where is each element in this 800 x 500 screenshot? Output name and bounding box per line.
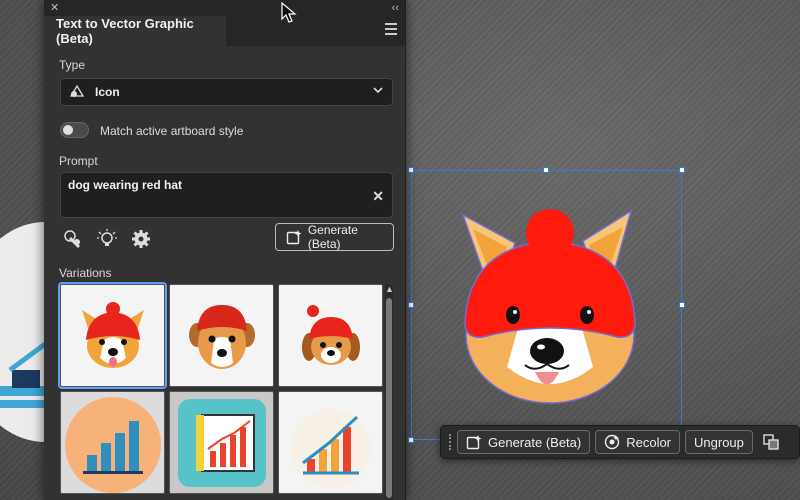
dog-thumbnail-icon [188,304,255,369]
prompt-input[interactable]: dog wearing red hat ✕ [60,172,393,218]
prompt-label: Prompt [59,154,98,168]
variations-grid [58,282,383,500]
ungroup-button[interactable]: Ungroup [685,430,753,454]
variations-label: Variations [59,266,112,280]
mouse-pointer-icon [281,2,297,23]
taskbar-generate-label: Generate (Beta) [488,434,582,450]
variation-item[interactable] [169,391,274,494]
generate-button-label: Generate (Beta) [307,223,358,251]
taskbar-generate-button[interactable]: Generate (Beta) [457,430,591,454]
more-options-icon[interactable] [762,433,780,451]
chart-thumbnail-icon [290,408,371,489]
prompt-value: dog wearing red hat [68,178,183,192]
variation-item[interactable] [169,284,274,387]
hamburger-menu-icon[interactable] [385,23,397,37]
variation-item[interactable] [278,391,383,494]
resize-handle-right[interactable] [679,302,685,308]
style-picker-icon[interactable] [62,228,84,250]
icon-type-icon [69,84,85,97]
variation-item[interactable] [58,282,167,389]
collapse-panel-icon[interactable]: ‹‹ [392,1,399,15]
generate-button[interactable]: Generate (Beta) [275,223,394,251]
resize-handle-left[interactable] [408,302,414,308]
match-artboard-style-toggle[interactable] [60,122,89,138]
generate-sparkle-icon [286,230,302,245]
text-to-vector-panel: ✕ ‹‹ Text to Vector Graphic (Beta) Type … [44,0,406,500]
chart-thumbnail-icon [177,398,266,487]
panel-title-tab[interactable]: Text to Vector Graphic (Beta) [44,16,226,46]
selection-bounding-box[interactable] [408,167,685,443]
resize-handle-top[interactable] [543,167,549,173]
contextual-task-bar: Generate (Beta) Recolor Ungroup [440,425,800,459]
panel-tabbar: Text to Vector Graphic (Beta) [44,16,405,46]
suggestions-bulb-icon[interactable] [96,228,118,250]
recolor-button[interactable]: Recolor [595,430,681,454]
dog-thumbnail-icon [301,304,360,365]
clear-prompt-icon[interactable]: ✕ [372,188,384,205]
variation-item[interactable] [278,284,383,387]
chevron-down-icon [373,87,383,94]
type-label: Type [59,58,86,72]
type-dropdown[interactable]: Icon [60,78,393,106]
resize-handle-bottom-left[interactable] [408,437,414,443]
chart-thumbnail-icon [64,396,161,493]
generate-sparkle-icon [466,435,482,450]
resize-handle-top-right[interactable] [679,167,685,173]
panel-topbar: ✕ ‹‹ [44,0,405,16]
close-panel-icon[interactable]: ✕ [50,1,59,15]
settings-gear-icon[interactable] [130,228,152,250]
match-artboard-style-label: Match active artboard style [100,124,244,138]
scroll-up-icon[interactable]: ▲ [385,284,394,294]
recolor-icon [605,434,620,450]
ungroup-label: Ungroup [694,434,744,450]
drag-grip-icon[interactable] [449,434,452,450]
variation-item[interactable] [60,391,165,494]
scroll-thumb[interactable] [386,298,392,498]
resize-handle-top-left[interactable] [408,167,414,173]
type-selected-value: Icon [95,85,120,99]
recolor-label: Recolor [626,434,672,450]
variations-scrollbar[interactable]: ▲ [385,284,394,500]
dog-thumbnail-icon [81,301,144,368]
